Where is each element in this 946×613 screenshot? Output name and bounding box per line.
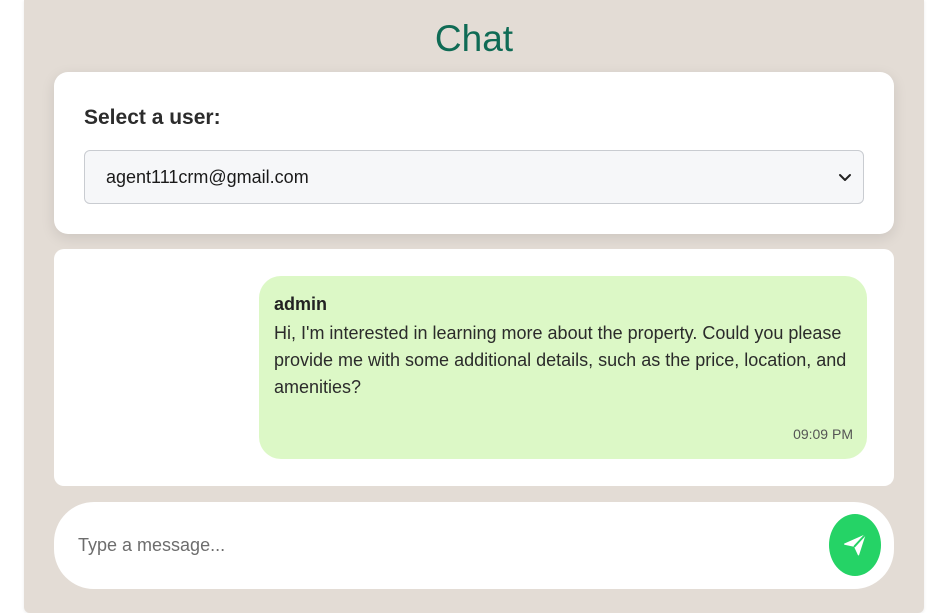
page-title: Chat bbox=[434, 18, 514, 59]
message-timestamp: 09:09 PM bbox=[793, 426, 853, 442]
user-select-dropdown[interactable]: agent111crm@gmail.com bbox=[84, 150, 864, 204]
user-select-label: Select a user: bbox=[84, 106, 221, 129]
message-list: admin Hi, I'm interested in learning mor… bbox=[54, 249, 894, 486]
message-input[interactable] bbox=[78, 529, 808, 561]
user-select-card: Select a user: agent111crm@gmail.com bbox=[54, 72, 894, 234]
send-button[interactable] bbox=[829, 514, 881, 576]
message-text: Hi, I'm interested in learning more abou… bbox=[274, 323, 847, 397]
paper-plane-icon bbox=[844, 534, 866, 556]
chevron-down-icon bbox=[839, 174, 851, 181]
chat-panel: Chat Select a user: agent111crm@gmail.co… bbox=[24, 0, 924, 613]
selected-user-value: agent111crm@gmail.com bbox=[106, 167, 309, 187]
message-sender: admin bbox=[274, 294, 328, 314]
message-composer bbox=[54, 502, 894, 589]
message-bubble: admin Hi, I'm interested in learning mor… bbox=[259, 276, 867, 459]
